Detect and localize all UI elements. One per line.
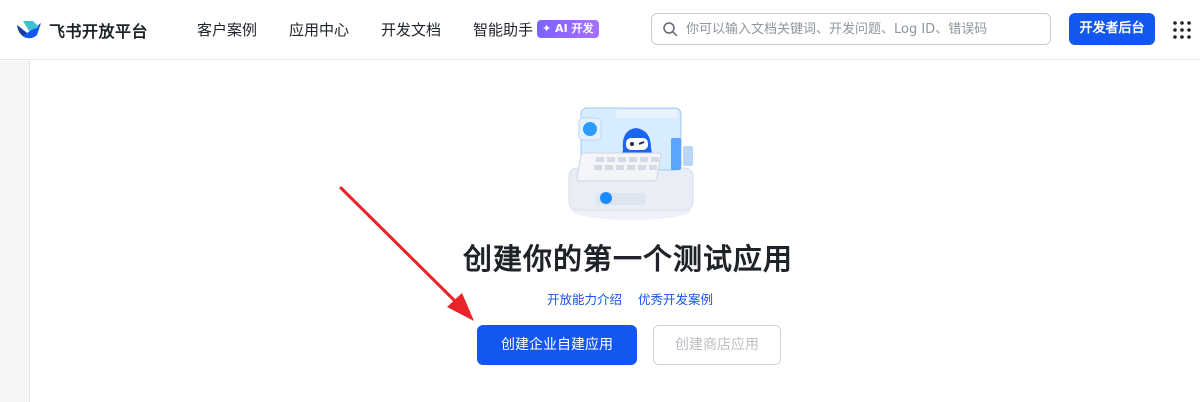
create-enterprise-app-button[interactable]: 创建企业自建应用 — [477, 325, 637, 365]
grid-icon[interactable] — [1172, 20, 1192, 40]
logo-text: 飞书开放平台 — [49, 22, 149, 41]
page-title: 创建你的第一个测试应用 — [462, 242, 793, 276]
top-navigation-bar: 飞书开放平台 客户案例 应用中心 开发文档 智能助手✦ AI 开发 开发者后台 — [0, 0, 1200, 60]
nav-developer-docs[interactable]: 开发文档 — [381, 0, 441, 60]
nav-ai-assistant[interactable]: 智能助手 ✦ AI 开发 — [473, 0, 599, 60]
feishu-logo-icon — [17, 21, 41, 39]
capabilities-intro-link[interactable]: 开放能力介绍 — [547, 289, 622, 308]
logo[interactable]: 飞书开放平台 — [15, 17, 148, 43]
create-store-app-button: 创建商店应用 — [653, 325, 781, 365]
robot-computer-illustration — [568, 107, 694, 220]
nav-label: 应用中心 — [289, 21, 350, 39]
ai-dev-badge: ✦ AI 开发 — [537, 20, 599, 38]
left-sidebar — [0, 61, 30, 402]
nav-label: 智能助手 — [473, 21, 534, 39]
search-icon — [663, 22, 678, 37]
nav-label: 开发文档 — [381, 21, 442, 39]
search-box[interactable] — [651, 13, 1051, 45]
intro-links: 开放能力介绍 优秀开发案例 — [530, 289, 730, 308]
search-input[interactable] — [686, 21, 1046, 37]
nav-customer-cases[interactable]: 客户案例 — [197, 0, 257, 60]
dev-cases-link[interactable]: 优秀开发案例 — [638, 289, 713, 308]
developer-console-button[interactable]: 开发者后台 — [1069, 13, 1155, 45]
nav-label: 客户案例 — [197, 21, 258, 39]
nav-app-center[interactable]: 应用中心 — [289, 0, 349, 60]
